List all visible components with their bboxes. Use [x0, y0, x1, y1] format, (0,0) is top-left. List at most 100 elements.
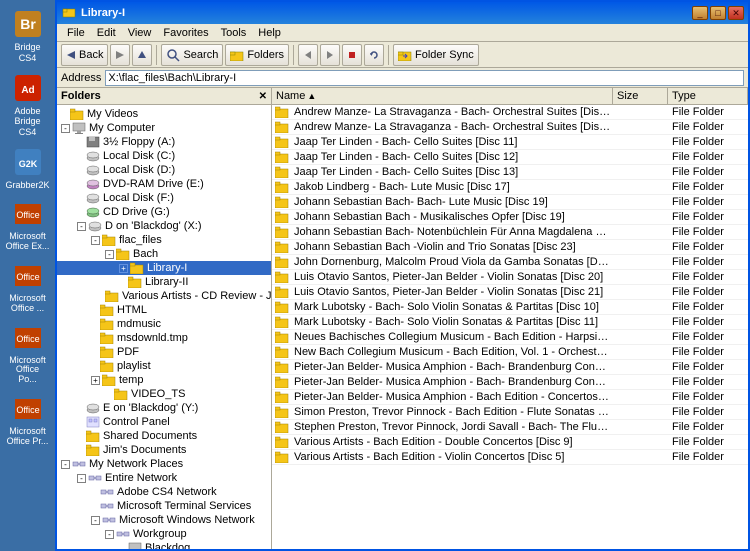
tree-item-mdmusic[interactable]: mdmusic [57, 317, 271, 331]
tree-item-blackdog-e[interactable]: E on 'Blackdog' (Y:) [57, 401, 271, 415]
table-row[interactable]: Simon Preston, Trevor Pinnock - Bach Edi… [272, 405, 748, 420]
table-row[interactable]: Luis Otavio Santos, Pieter-Jan Belder - … [272, 270, 748, 285]
desktop-icon-ms2[interactable]: Office MicrosoftOffice ... [3, 257, 53, 317]
table-row[interactable]: Jaap Ter Linden - Bach- Cello Suites [Di… [272, 165, 748, 180]
tree-item-my-videos[interactable]: My Videos [57, 107, 271, 121]
nav-left-button[interactable] [298, 44, 318, 66]
desktop-icon-ms1[interactable]: Office MicrosoftOffice Ex... [3, 195, 53, 255]
tree-item-flac-files[interactable]: - flac_files [57, 233, 271, 247]
table-row[interactable]: Jakob Lindberg - Bach- Lute Music [Disc … [272, 180, 748, 195]
expand-temp[interactable]: + [91, 376, 100, 385]
tree-item-ms-windows[interactable]: - Microsoft Windows Network [57, 513, 271, 527]
forward-button[interactable] [110, 44, 130, 66]
tree-item-local-c[interactable]: Local Disk (C:) [57, 149, 271, 163]
table-row[interactable]: New Bach Collegium Musicum - Bach Editio… [272, 345, 748, 360]
tree-item-entire-network[interactable]: - Entire Network [57, 471, 271, 485]
search-button[interactable]: Search [161, 44, 223, 66]
menu-view[interactable]: View [122, 26, 158, 40]
desktop-icon-ms4[interactable]: Office MicrosoftOffice Pr... [3, 390, 53, 450]
menu-favorites[interactable]: Favorites [157, 26, 214, 40]
col-header-name[interactable]: Name ▲ [272, 88, 613, 104]
table-row[interactable]: Neues Bachisches Collegium Musicum - Bac… [272, 330, 748, 345]
folder-tree[interactable]: Folders ✕ My Videos - My Computer [57, 88, 272, 549]
table-row[interactable]: Andrew Manze- La Stravaganza - Bach- Orc… [272, 105, 748, 120]
menu-file[interactable]: File [61, 26, 91, 40]
table-row[interactable]: Various Artists - Bach Edition - Violin … [272, 450, 748, 465]
desktop-icon-adobe[interactable]: Ad AdobeBridge CS4 [3, 69, 53, 141]
tree-item-adobe-cs4[interactable]: Adobe CS4 Network [57, 485, 271, 499]
col-header-size[interactable]: Size [613, 88, 668, 104]
stop-button[interactable] [342, 44, 362, 66]
expand-ms-windows[interactable]: - [91, 516, 100, 525]
tree-item-temp[interactable]: + temp [57, 373, 271, 387]
minimize-button[interactable]: _ [692, 6, 708, 20]
refresh-button[interactable] [364, 44, 384, 66]
maximize-button[interactable]: □ [710, 6, 726, 20]
tree-item-video-ts[interactable]: VIDEO_TS [57, 387, 271, 401]
expand-workgroup[interactable]: - [105, 530, 114, 539]
expand-bach[interactable]: - [105, 250, 114, 259]
desktop-icon-ms3[interactable]: Office MicrosoftOffice Po... [3, 319, 53, 389]
tree-item-ms-terminal[interactable]: Microsoft Terminal Services [57, 499, 271, 513]
tree-item-library-i[interactable]: + Library-I [57, 261, 271, 275]
desktop-icon-bridge[interactable]: Br Bridge CS4 [3, 5, 53, 67]
close-button[interactable]: ✕ [728, 6, 744, 20]
adobe-label: AdobeBridge CS4 [6, 106, 50, 138]
table-row[interactable]: Jaap Ter Linden - Bach- Cello Suites [Di… [272, 150, 748, 165]
table-row[interactable]: Johann Sebastian Bach - Musikalisches Op… [272, 210, 748, 225]
expand-my-network[interactable]: - [61, 460, 70, 469]
folders-button[interactable]: Folders [225, 44, 289, 66]
desktop-icon-grabber[interactable]: G2K Grabber2K [3, 143, 53, 193]
tree-item-blackdog-d[interactable]: - D on 'Blackdog' (X:) [57, 219, 271, 233]
table-row[interactable]: Andrew Manze- La Stravaganza - Bach- Orc… [272, 120, 748, 135]
table-row[interactable]: Pieter-Jan Belder- Musica Amphion - Bach… [272, 375, 748, 390]
table-row[interactable]: Pieter-Jan Belder- Musica Amphion - Bach… [272, 360, 748, 375]
tree-item-pdf[interactable]: PDF [57, 345, 271, 359]
folders-close-button[interactable]: ✕ [259, 91, 267, 102]
table-row[interactable]: Johann Sebastian Bach- Notenbüchlein Für… [272, 225, 748, 240]
tree-item-various-cd[interactable]: Various Artists - CD Review - June 1991 [57, 289, 271, 303]
up-button[interactable] [132, 44, 152, 66]
menu-edit[interactable]: Edit [91, 26, 122, 40]
table-row[interactable]: Luis Otavio Santos, Pieter-Jan Belder - … [272, 285, 748, 300]
tree-item-cd-g[interactable]: CD Drive (G:) [57, 205, 271, 219]
menu-tools[interactable]: Tools [215, 26, 253, 40]
tree-item-jims-docs[interactable]: Jim's Documents [57, 443, 271, 457]
tree-item-floppy[interactable]: 3½ Floppy (A:) [57, 135, 271, 149]
folder-sync-button[interactable]: Folder Sync [393, 44, 479, 66]
table-row[interactable]: Jaap Ter Linden - Bach- Cello Suites [Di… [272, 135, 748, 150]
tree-item-msdownld[interactable]: msdownld.tmp [57, 331, 271, 345]
expand-entire-network[interactable]: - [77, 474, 86, 483]
address-input[interactable] [105, 70, 744, 86]
table-row[interactable]: Pieter-Jan Belder- Musica Amphion - Bach… [272, 390, 748, 405]
nav-right-button[interactable] [320, 44, 340, 66]
tree-item-my-network[interactable]: - My Network Places [57, 457, 271, 471]
table-row[interactable]: Mark Lubotsky - Bach- Solo Violin Sonata… [272, 300, 748, 315]
table-row[interactable]: Johann Sebastian Bach- Bach- Lute Music … [272, 195, 748, 210]
tree-item-blackdog-n[interactable]: Blackdog [57, 541, 271, 549]
expand-library-i[interactable]: + [119, 264, 128, 273]
tree-item-workgroup[interactable]: - Workgroup [57, 527, 271, 541]
expand-my-computer[interactable]: - [61, 124, 70, 133]
table-row[interactable]: Johann Sebastian Bach -Violin and Trio S… [272, 240, 748, 255]
expand-blackdog-d[interactable]: - [77, 222, 86, 231]
tree-item-dvdram[interactable]: DVD-RAM Drive (E:) [57, 177, 271, 191]
table-row[interactable]: Mark Lubotsky - Bach- Solo Violin Sonata… [272, 315, 748, 330]
tree-item-control-panel[interactable]: Control Panel [57, 415, 271, 429]
expand-flac-files[interactable]: - [91, 236, 100, 245]
file-list[interactable]: Name ▲ Size Type Andrew Manze- La Strava… [272, 88, 748, 549]
tree-item-local-f[interactable]: Local Disk (F:) [57, 191, 271, 205]
tree-item-local-d[interactable]: Local Disk (D:) [57, 163, 271, 177]
tree-item-my-computer[interactable]: - My Computer [57, 121, 271, 135]
tree-item-bach[interactable]: - Bach [57, 247, 271, 261]
tree-item-html[interactable]: HTML [57, 303, 271, 317]
table-row[interactable]: Various Artists - Bach Edition - Double … [272, 435, 748, 450]
back-button[interactable]: Back [61, 44, 108, 66]
tree-item-playlist[interactable]: playlist [57, 359, 271, 373]
menu-help[interactable]: Help [252, 26, 287, 40]
table-row[interactable]: Stephen Preston, Trevor Pinnock, Jordi S… [272, 420, 748, 435]
table-row[interactable]: John Dornenburg, Malcolm Proud Viola da … [272, 255, 748, 270]
tree-item-shared-docs[interactable]: Shared Documents [57, 429, 271, 443]
tree-item-library-ii[interactable]: Library-II [57, 275, 271, 289]
col-header-type[interactable]: Type [668, 88, 748, 104]
